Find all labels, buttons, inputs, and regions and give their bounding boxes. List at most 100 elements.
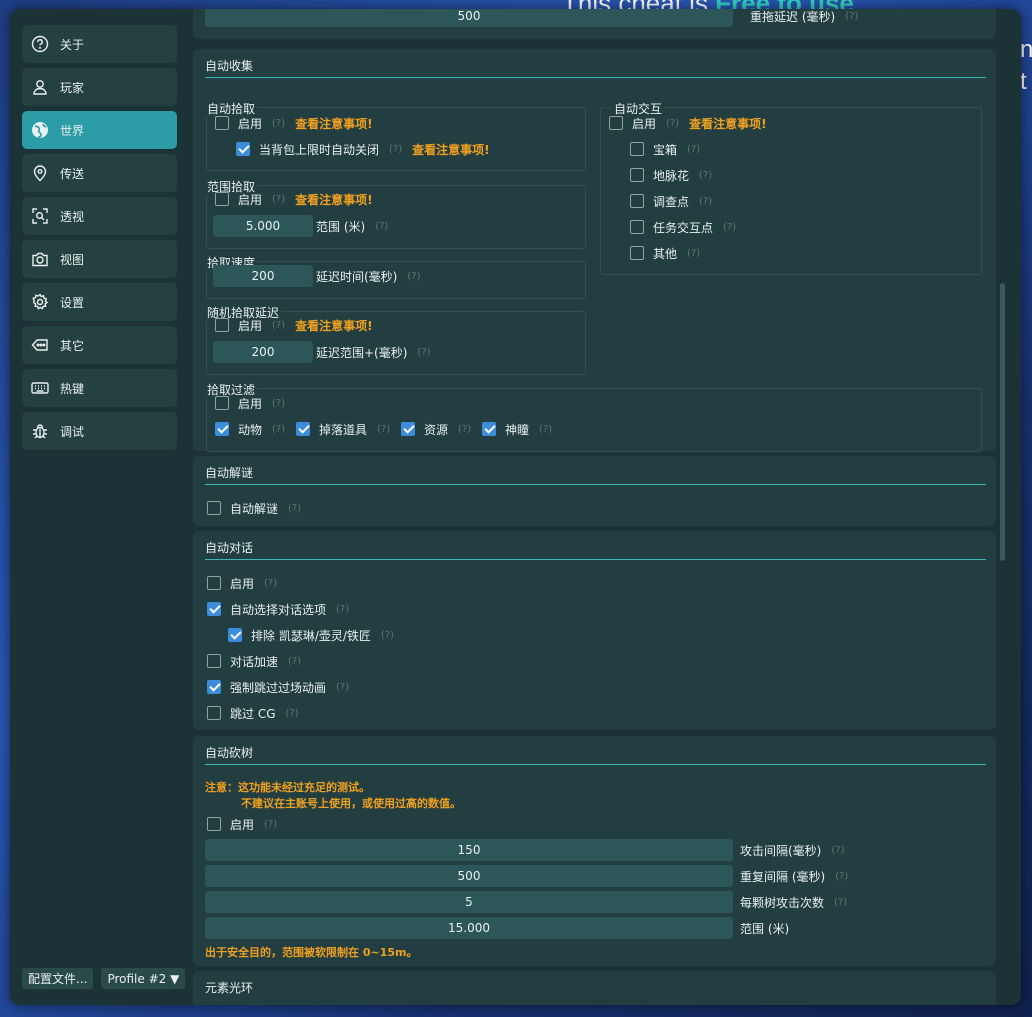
checkbox[interactable]	[215, 116, 229, 130]
config-files-button[interactable]: 配置文件...	[22, 968, 94, 989]
help-icon[interactable]: (?)	[286, 708, 299, 719]
help-icon[interactable]: (?)	[288, 656, 301, 667]
checkbox[interactable]	[630, 168, 644, 182]
skip-cutscenes[interactable]: 强制跳过过场动画 (?)	[207, 677, 349, 697]
sidebar-item-player[interactable]: 玩家	[22, 68, 177, 106]
range-pickup-enable[interactable]: 启用 (?) 查看注意事项!	[215, 189, 373, 209]
checkbox-checked[interactable]	[482, 422, 496, 436]
random-delay-input[interactable]: 200	[213, 341, 313, 363]
help-icon[interactable]: (?)	[377, 424, 390, 435]
help-icon[interactable]: (?)	[458, 424, 471, 435]
sidebar-item-hotkeys[interactable]: 热键	[22, 369, 177, 407]
repeat-interval-slider[interactable]: 500	[205, 865, 733, 887]
filter-oculi[interactable]: 神瞳 (?)	[482, 419, 552, 439]
help-icon[interactable]: (?)	[336, 682, 349, 693]
checkbox[interactable]	[207, 654, 221, 668]
checkbox[interactable]	[630, 246, 644, 260]
exclude-npcs[interactable]: 排除 凯瑟琳/壶灵/铁匠 (?)	[228, 625, 394, 645]
dialog-speedup[interactable]: 对话加速 (?)	[207, 651, 301, 671]
pickup-delay-input[interactable]: 200	[213, 265, 313, 287]
interact-investigate[interactable]: 调查点 (?)	[630, 191, 712, 211]
checkbox[interactable]	[207, 706, 221, 720]
interact-ley-line[interactable]: 地脉花 (?)	[630, 165, 712, 185]
checkbox-checked[interactable]	[207, 602, 221, 616]
help-icon[interactable]: (?)	[834, 897, 847, 908]
pickup-filter-enable[interactable]: 启用 (?)	[215, 393, 285, 413]
sidebar-item-about[interactable]: 关于	[22, 25, 177, 63]
help-icon[interactable]: (?)	[272, 398, 285, 409]
warning-link[interactable]: 查看注意事项!	[412, 141, 489, 158]
help-icon[interactable]: (?)	[272, 424, 285, 435]
help-icon[interactable]: (?)	[407, 271, 420, 282]
help-icon[interactable]: (?)	[666, 118, 679, 129]
auto-select-dialog[interactable]: 自动选择对话选项 (?)	[207, 599, 349, 619]
checkbox[interactable]	[215, 192, 229, 206]
filter-animals[interactable]: 动物 (?)	[215, 419, 285, 439]
tree-range-slider[interactable]: 15.000	[205, 917, 733, 939]
checkbox[interactable]	[215, 318, 229, 332]
help-icon[interactable]: (?)	[375, 221, 388, 232]
attacks-per-tree-slider[interactable]: 5	[205, 891, 733, 913]
range-value-input[interactable]: 5.000	[213, 215, 313, 237]
sidebar-item-misc[interactable]: 其它	[22, 326, 177, 364]
sidebar-item-teleport[interactable]: 传送	[22, 154, 177, 192]
checkbox-checked[interactable]	[296, 422, 310, 436]
scrollbar[interactable]	[1000, 283, 1005, 561]
profile-select[interactable]: Profile #2 ▼	[101, 968, 186, 989]
help-icon[interactable]: (?)	[699, 170, 712, 181]
warning-link[interactable]: 查看注意事项!	[295, 115, 372, 132]
checkbox-checked[interactable]	[401, 422, 415, 436]
random-delay-enable[interactable]: 启用 (?) 查看注意事项!	[215, 315, 373, 335]
checkbox-checked[interactable]	[228, 628, 242, 642]
help-icon[interactable]: (?)	[835, 871, 848, 882]
checkbox[interactable]	[609, 116, 623, 130]
auto-pickup-close-when-full[interactable]: 当背包上限时自动关闭 (?) 查看注意事项!	[236, 139, 490, 159]
interact-chest[interactable]: 宝箱 (?)	[630, 139, 700, 159]
checkbox[interactable]	[207, 501, 221, 515]
sidebar-item-debug[interactable]: 调试	[22, 412, 177, 450]
auto-pickup-enable[interactable]: 启用 (?) 查看注意事项!	[215, 113, 373, 133]
warning-link[interactable]: 查看注意事项!	[295, 191, 372, 208]
checkbox-checked[interactable]	[236, 142, 250, 156]
auto-interact-enable[interactable]: 启用 (?) 查看注意事项!	[609, 113, 767, 133]
help-icon[interactable]: (?)	[831, 845, 844, 856]
help-icon[interactable]: (?)	[389, 144, 402, 155]
help-icon[interactable]: (?)	[288, 503, 301, 514]
checkbox[interactable]	[207, 817, 221, 831]
help-icon[interactable]: (?)	[539, 424, 552, 435]
warning-link[interactable]: 查看注意事项!	[689, 115, 766, 132]
interact-quest[interactable]: 任务交互点 (?)	[630, 217, 736, 237]
filter-drops[interactable]: 掉落道具 (?)	[296, 419, 390, 439]
help-icon[interactable]: (?)	[336, 604, 349, 615]
help-icon[interactable]: (?)	[845, 11, 858, 22]
help-icon[interactable]: (?)	[699, 196, 712, 207]
checkbox[interactable]	[630, 142, 644, 156]
help-icon[interactable]: (?)	[687, 144, 700, 155]
sidebar-item-settings[interactable]: 设置	[22, 283, 177, 321]
checkbox[interactable]	[630, 194, 644, 208]
sidebar-item-esp[interactable]: 透视	[22, 197, 177, 235]
filter-resources[interactable]: 资源 (?)	[401, 419, 471, 439]
skip-cg[interactable]: 跳过 CG (?)	[207, 703, 299, 723]
sidebar-item-view[interactable]: 视图	[22, 240, 177, 278]
checkbox-checked[interactable]	[215, 422, 229, 436]
help-icon[interactable]: (?)	[272, 118, 285, 129]
checkbox[interactable]	[630, 220, 644, 234]
attack-interval-slider[interactable]: 150	[205, 839, 733, 861]
interact-other[interactable]: 其他 (?)	[630, 243, 700, 263]
auto-puzzle-option[interactable]: 自动解谜 (?)	[207, 498, 301, 518]
help-icon[interactable]: (?)	[272, 320, 285, 331]
auto-talk-enable[interactable]: 启用 (?)	[207, 573, 277, 593]
delay-slider[interactable]: 500	[205, 9, 733, 27]
checkbox[interactable]	[215, 396, 229, 410]
help-icon[interactable]: (?)	[417, 347, 430, 358]
help-icon[interactable]: (?)	[264, 578, 277, 589]
help-icon[interactable]: (?)	[272, 194, 285, 205]
help-icon[interactable]: (?)	[687, 248, 700, 259]
warning-link[interactable]: 查看注意事项!	[295, 317, 372, 334]
checkbox[interactable]	[207, 576, 221, 590]
checkbox-checked[interactable]	[207, 680, 221, 694]
auto-tree-enable[interactable]: 启用 (?)	[207, 814, 277, 834]
help-icon[interactable]: (?)	[264, 819, 277, 830]
help-icon[interactable]: (?)	[723, 222, 736, 233]
